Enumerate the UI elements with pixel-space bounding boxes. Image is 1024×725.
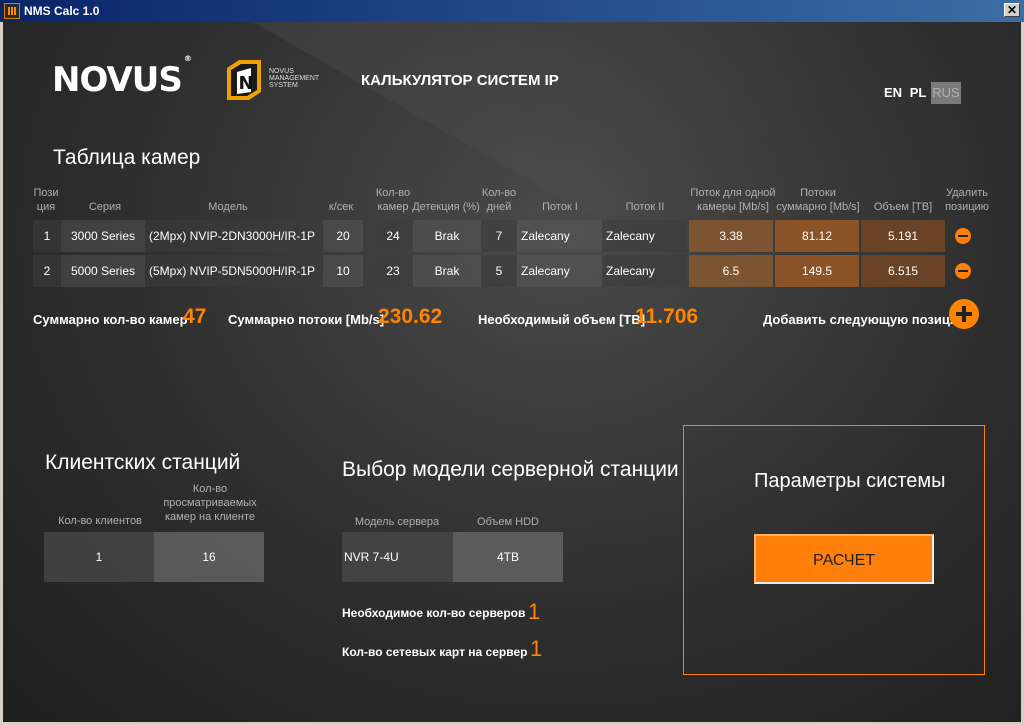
cell-fps[interactable]: 10	[323, 255, 363, 287]
total-cameras-label: Суммарно кол-во камер	[33, 312, 188, 327]
language-en[interactable]: EN	[883, 82, 903, 104]
column-fps: к/сек	[328, 201, 354, 213]
hdd-volume-header: Объем HDD	[477, 516, 539, 528]
cell-days[interactable]: 7	[481, 220, 517, 252]
total-cameras-value: 47	[183, 305, 207, 328]
cameras-per-client-input[interactable]: 16	[154, 532, 264, 582]
app-window: NMS Calc 1.0 ✕ NOVUS® N NOVUS MANAGEMENT…	[0, 0, 1024, 725]
column-stream1: Поток I	[542, 201, 578, 213]
required-volume-value: 11.706	[635, 305, 699, 328]
delete-row-icon[interactable]	[955, 263, 971, 279]
language-rus[interactable]: RUS	[931, 82, 961, 104]
column-model: Модель	[208, 201, 248, 213]
network-cards-label: Кол-во сетевых карт на сервер	[342, 645, 528, 659]
cell-stream-total: 149.5	[775, 255, 859, 287]
app-icon	[4, 3, 20, 19]
cell-model[interactable]: (5Mpx) NVIP-5DN5000H/IR-1P	[145, 255, 323, 287]
cell-position: 2	[33, 255, 61, 287]
cell-camera-count[interactable]: 24	[373, 220, 413, 252]
clients-title: Клиентских станций	[45, 451, 241, 474]
add-position-label[interactable]: Добавить следующую позицию	[763, 312, 969, 327]
cell-series[interactable]: 5000 Series	[61, 255, 145, 287]
total-streams-value: 230.62	[378, 305, 443, 328]
table-row: 2 5000 Series (5Mpx) NVIP-5DN5000H/IR-1P…	[33, 255, 975, 287]
cell-stream2[interactable]: Zalecany	[602, 255, 687, 287]
calculate-button[interactable]: РАСЧЕТ	[754, 534, 934, 584]
app-heading: КАЛЬКУЛЯТОР СИСТЕМ IP	[361, 72, 559, 89]
cell-detection[interactable]: Brak	[413, 255, 481, 287]
camera-table-title: Таблица камер	[53, 146, 201, 169]
cell-camera-count[interactable]: 23	[373, 255, 413, 287]
required-servers-value: 1	[528, 599, 541, 624]
cell-volume: 5.191	[861, 220, 945, 252]
column-series: Серия	[88, 201, 122, 213]
nms-logo-text: NOVUS MANAGEMENT SYSTEM	[269, 68, 320, 89]
cell-stream1[interactable]: Zalecany	[517, 255, 602, 287]
clients-count-input[interactable]: 1	[44, 532, 154, 582]
delete-row-icon[interactable]	[955, 228, 971, 244]
language-pl[interactable]: PL	[907, 82, 929, 104]
cell-series[interactable]: 3000 Series	[61, 220, 145, 252]
cell-stream-one-camera: 6.5	[689, 255, 773, 287]
cell-stream-one-camera: 3.38	[689, 220, 773, 252]
window-title: NMS Calc 1.0	[24, 4, 100, 18]
cell-days[interactable]: 5	[481, 255, 517, 287]
novus-logo: NOVUS®	[52, 53, 192, 100]
column-detection: Детекция (%)	[412, 201, 480, 213]
server-model-select[interactable]: NVR 7-4U	[342, 532, 453, 582]
column-stream-one-camera: Поток для одной камеры [Mb/s]	[690, 187, 776, 213]
server-title: Выбор модели серверной станции	[342, 458, 679, 481]
server-model-header: Модель сервера	[354, 516, 440, 528]
column-delete: Удалить позицию	[945, 187, 989, 213]
close-button[interactable]: ✕	[1004, 3, 1020, 17]
nms-logo: N NOVUS MANAGEMENT SYSTEM	[225, 58, 325, 108]
clients-count-header: Кол-во клиентов	[58, 515, 142, 527]
title-bar: NMS Calc 1.0 ✕	[0, 0, 1024, 22]
system-parameters-title: Параметры системы	[754, 470, 946, 492]
hdd-volume-select[interactable]: 4TB	[453, 532, 563, 582]
column-stream-total: Потоки суммарно [Mb/s]	[776, 187, 860, 213]
cell-model[interactable]: (2Mpx) NVIP-2DN3000H/IR-1P	[145, 220, 323, 252]
column-position: Пози ция	[33, 187, 59, 213]
system-parameters-panel: Параметры системы РАСЧЕТ	[683, 425, 985, 675]
network-cards-value: 1	[530, 636, 543, 661]
cell-stream-total: 81.12	[775, 220, 859, 252]
required-servers-label: Необходимое кол-во серверов	[342, 606, 526, 620]
total-streams-label: Суммарно потоки [Mb/s]	[228, 312, 385, 327]
table-row: 1 3000 Series (2Mpx) NVIP-2DN3000H/IR-1P…	[33, 220, 975, 252]
svg-text:N: N	[239, 73, 254, 94]
cell-stream2[interactable]: Zalecany	[602, 220, 687, 252]
cameras-per-client-header: Кол-во просматриваемых камер на клиенте	[163, 483, 257, 523]
cell-stream1[interactable]: Zalecany	[517, 220, 602, 252]
column-volume: Объем [TB]	[873, 201, 933, 213]
nms-logo-icon: N	[227, 60, 261, 100]
column-camera-count: Кол-во камер	[375, 187, 411, 213]
main-panel: NOVUS® N NOVUS MANAGEMENT SYSTEM КАЛЬКУЛ…	[3, 22, 1021, 722]
required-volume-label: Необходимый объем [TB]	[478, 312, 646, 327]
column-days: Кол-во дней	[481, 187, 517, 213]
cell-volume: 6.515	[861, 255, 945, 287]
column-stream2: Поток II	[625, 201, 665, 213]
cell-detection[interactable]: Brak	[413, 220, 481, 252]
cell-fps[interactable]: 20	[323, 220, 363, 252]
add-position-icon[interactable]	[949, 299, 979, 329]
cell-position: 1	[33, 220, 61, 252]
